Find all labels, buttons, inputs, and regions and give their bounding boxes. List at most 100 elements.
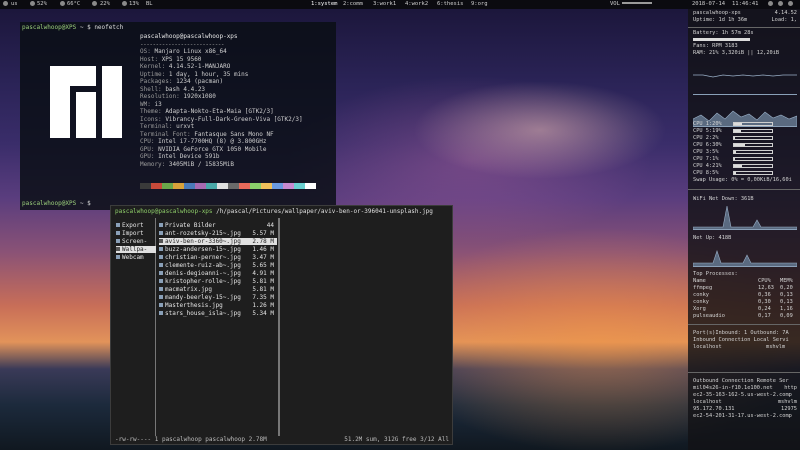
workspace-9[interactable]: 9:org — [471, 1, 488, 7]
battery-icon — [30, 1, 36, 7]
file-item[interactable]: christian-perner~.jpg 3.47 M — [159, 254, 277, 261]
ranger-title: pascalwhoop@pascalwhoop-xps /h/pascal/Pi… — [115, 208, 433, 215]
terminal-neofetch[interactable]: pascalwhoop@XPS ~ $ neofetch pascalwhoop… — [20, 22, 336, 210]
cpu-8-label: CPU 8:5% — [693, 170, 719, 176]
net-down-graph — [693, 202, 797, 230]
outbound-host: ec2-54-201-31-17.us-west-2.comp — [693, 413, 792, 419]
process-name: pulseaudio — [693, 313, 725, 319]
cpu-4-bar — [733, 164, 773, 168]
keyboard-layout[interactable]: us — [11, 1, 18, 7]
prompt-path-2: ~ — [79, 200, 84, 207]
workspace-4[interactable]: 4:work2 — [405, 1, 428, 7]
process-header-cpu: CPU% — [758, 278, 771, 284]
file-item[interactable]: ant-rozetsky-215~.jpg 5.57 M — [159, 230, 277, 237]
cpu-1-bar — [733, 122, 773, 126]
conky-ram: RAM: 21% 3,320iB || 12,20iB — [693, 50, 780, 56]
parent-column: Export Import Screen- Wallpa- Webcam — [114, 218, 156, 436]
file-item[interactable]: Masterthesis.jpg 1.26 M — [159, 302, 277, 309]
cpu-icon — [92, 1, 98, 7]
workspace-2[interactable]: 2:comm — [343, 1, 363, 7]
info-resolution: Resolution: 1920x1080 — [140, 93, 216, 100]
info-shell: Shell: bash 4.4.23 — [140, 85, 206, 93]
dir-item[interactable]: Private Bilder 44 — [159, 222, 277, 229]
power-icon[interactable] — [788, 1, 794, 7]
color-swatch — [250, 183, 261, 189]
color-swatch — [162, 183, 173, 189]
folder-icon — [116, 223, 120, 227]
color-swatch — [140, 183, 151, 189]
network-icon — [768, 1, 774, 7]
port-counts: Port(s)Inbound: 1 Outbound: 7A — [693, 330, 789, 336]
cpu-8-bar — [733, 171, 773, 175]
preview-divider — [279, 218, 280, 436]
process-name: ffmpeg — [693, 285, 713, 291]
ranger-path: /h/pascal/Pictures/wallpaper/aviv-ben-or… — [216, 208, 433, 215]
process-mem: 0,20 — [780, 285, 793, 291]
image-file-icon — [159, 295, 163, 299]
preview-pane — [281, 218, 451, 436]
prompt-symbol-2: $ — [87, 200, 91, 207]
folder-icon — [116, 231, 120, 235]
file-item[interactable]: stars_house_isla~.jpg 5.34 M — [159, 310, 277, 317]
color-swatch — [305, 183, 316, 189]
process-cpu: 0,36 — [758, 292, 771, 298]
workspace-1[interactable]: 1:system — [311, 1, 338, 7]
ranger-file-manager[interactable]: pascalwhoop@pascalwhoop-xps /h/pascal/Pi… — [110, 205, 453, 445]
image-file-icon — [159, 263, 163, 267]
prompt-command: neofetch — [94, 24, 124, 31]
color-swatch — [283, 183, 294, 189]
file-item[interactable]: denis-degioanni-~.jpg 4.91 M — [159, 270, 277, 277]
info-icons: Icons: Vibrancy-Full-Dark-Green-Viva [GT… — [140, 115, 303, 123]
dir-item[interactable]: Export — [116, 222, 156, 229]
inbound-service: mshvlm — [766, 344, 786, 350]
volume-bar — [621, 2, 652, 4]
info-theme: Theme: Adapta-Nokto-Eta-Maia [GTK2/3] — [140, 108, 274, 115]
image-file-icon — [159, 247, 163, 251]
volume-indicator[interactable]: VOL — [610, 1, 652, 7]
outbound-port: mshvlm — [777, 399, 797, 405]
workspace-6[interactable]: 6:thesis — [437, 1, 464, 7]
cpu-5-label: CPU 5:19% — [693, 128, 722, 134]
dir-item[interactable]: Webcam — [116, 254, 156, 261]
file-item[interactable]: buzz-andersen-15~.jpg 1.46 M — [159, 246, 277, 253]
file-item[interactable]: kristopher-rolle~.jpg 5.81 M — [159, 278, 277, 285]
dir-item[interactable]: Screen- — [116, 238, 156, 245]
file-item-selected[interactable]: aviv-ben-or-3360~.jpg 2.78 M — [159, 238, 277, 245]
date: 2018-07-14 — [692, 1, 726, 7]
conky-host: pascalwhoop-xps — [693, 10, 741, 16]
memory-icon — [122, 1, 128, 7]
color-swatch — [228, 183, 239, 189]
folder-icon — [159, 223, 163, 227]
process-cpu: 0,17 — [758, 313, 771, 319]
dir-item-selected[interactable]: Wallpa- — [116, 246, 156, 253]
outbound-host: localhost — [693, 399, 722, 405]
prompt-path: ~ — [79, 24, 84, 31]
process-mem: 1,16 — [780, 306, 793, 312]
file-item[interactable]: mandy-beerley-15~.jpg 7.35 M — [159, 294, 277, 301]
outbound-header: Outbound Connection Remote Ser — [693, 378, 789, 384]
color-swatch — [173, 183, 184, 189]
memory-usage: 13% — [129, 1, 139, 7]
file-item[interactable]: clemente-ruiz-ab~.jpg 5.65 M — [159, 262, 277, 269]
process-name: Xorg — [693, 306, 706, 312]
conky-battery: Battery: 1h 57m 28s — [693, 30, 754, 36]
cpu-3-label: CPU 3:5% — [693, 149, 719, 155]
keyboard-layout-icon — [3, 1, 9, 7]
dir-item[interactable]: Import — [116, 230, 156, 237]
color-swatch — [272, 183, 283, 189]
image-file-icon — [159, 255, 163, 259]
info-cpu: CPU: Intel i7-7700HQ (8) @ 3.800GHz — [140, 138, 267, 145]
info-kernel: Kernel: 4.14.52-1-MANJARO — [140, 63, 231, 70]
user-host: pascalwhoop@pascalwhoop-xps — [140, 33, 238, 40]
volume-label: VOL — [610, 1, 620, 7]
battery-bar — [693, 38, 751, 41]
color-swatch — [217, 183, 228, 189]
workspace-3[interactable]: 3:work1 — [373, 1, 396, 7]
swap-usage: Swap Usage: 0% = 0,00KiB/16,60i — [693, 177, 792, 183]
top-processes-title: Top Processes: — [693, 271, 738, 277]
color-swatch — [239, 183, 250, 189]
process-header-mem: MEM% — [780, 278, 793, 284]
info-uptime: Uptime: 1 day, 1 hour, 35 mins — [140, 70, 249, 78]
ranger-user: pascalwhoop@pascalwhoop-xps — [115, 208, 213, 215]
file-item[interactable]: macmatrix.jpg 5.81 M — [159, 286, 277, 293]
